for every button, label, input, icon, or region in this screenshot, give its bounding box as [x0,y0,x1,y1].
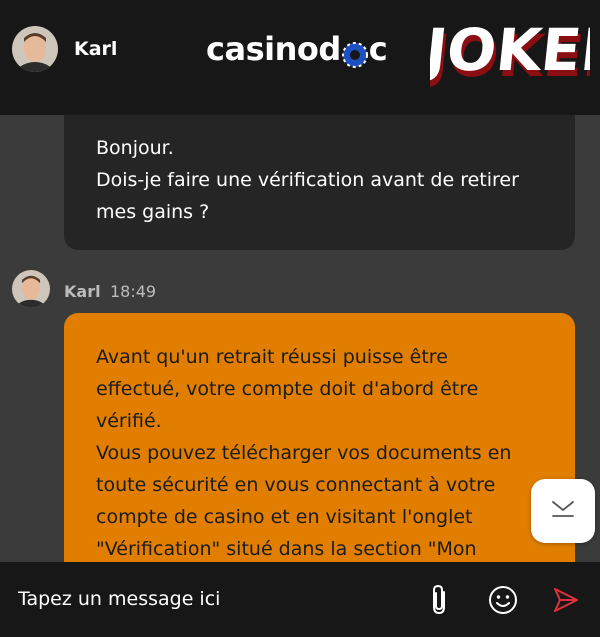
user-message-line: mes gains ? [96,201,210,223]
agent-message-line: "Vérification" situé dans la section "Mo… [96,538,477,560]
agent-message-line: toute sécurité en vous connectant à votr… [96,474,496,496]
jokery-logo: JOKERY JOKERY [418,8,600,92]
agent-message-text: Avant qu'un retrait réussi puisse être e… [96,341,536,562]
agent-name: Karl [74,38,118,60]
agent-message-line: vérifié. [96,410,162,432]
roulette-wheel-icon [341,38,368,68]
chat-header: Karl casinod c JOKERY JOKERY [0,0,600,115]
scroll-down-icon [551,499,575,523]
casinodoc-logo: casinod c [206,30,388,68]
message-composer [0,562,600,637]
send-icon[interactable] [548,582,584,618]
user-message-line: Bonjour. [96,137,174,159]
user-message-text: Bonjour. Dois-je faire une vérification … [96,132,519,228]
agent-message-avatar [12,270,50,308]
casinodoc-logo-suffix: c [368,30,388,68]
paperclip-icon[interactable] [421,582,457,618]
agent-message-line: effectué, votre compte doit d'abord être [96,378,479,400]
agent-avatar [12,26,58,72]
user-message-line: Dois-je faire une vérification avant de … [96,169,519,191]
agent-message-author: Karl [64,282,101,301]
message-input[interactable] [18,584,398,614]
agent-message-time: 18:49 [110,282,157,301]
scroll-to-bottom-button[interactable] [531,479,595,543]
agent-message-line: compte de casino et en visitant l'onglet [96,506,473,528]
casinodoc-logo-prefix: casinod [206,30,341,68]
agent-message-line: Avant qu'un retrait réussi puisse être [96,346,448,368]
message-list[interactable]: Bonjour. Dois-je faire une vérification … [0,115,600,562]
svg-text:JOKERY: JOKERY [430,16,590,84]
smiley-icon[interactable] [485,582,521,618]
agent-message-line: Vous pouvez télécharger vos documents en [96,442,512,464]
